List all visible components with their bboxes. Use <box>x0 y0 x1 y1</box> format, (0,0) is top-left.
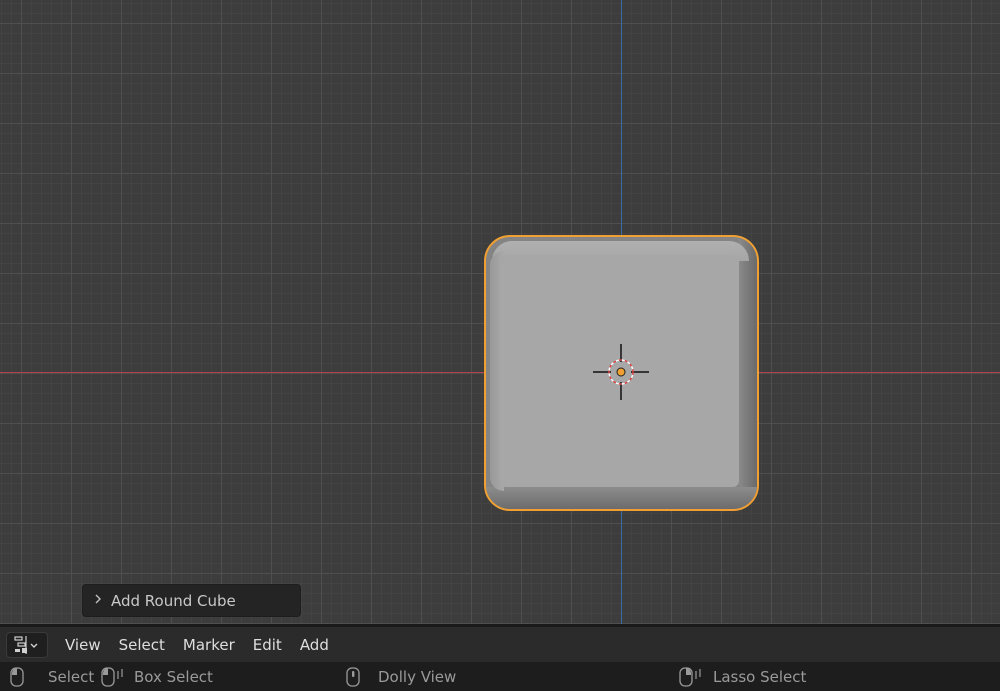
editor-type-button[interactable] <box>6 631 48 658</box>
menu-view[interactable]: View <box>56 632 110 658</box>
status-item-dolly-view: Dolly View <box>346 662 456 691</box>
object-origin-icon <box>616 367 626 377</box>
menu-select[interactable]: Select <box>110 632 174 658</box>
mouse-middle-icon <box>346 666 360 687</box>
status-item-lasso-select: Lasso Select <box>679 662 806 691</box>
status-label-dolly-view: Dolly View <box>378 667 457 686</box>
cube-right-face <box>739 237 757 509</box>
status-label-box-select: Box Select <box>134 667 213 686</box>
chevron-right-icon <box>93 593 105 609</box>
status-item-box-select: Box Select <box>101 662 213 691</box>
mouse-drag-icon <box>101 666 123 687</box>
status-label-select: Select <box>48 667 95 686</box>
last-operator-label: Add Round Cube <box>111 591 236 610</box>
timeline-editor-icon <box>14 635 38 654</box>
menu-edit[interactable]: Edit <box>244 632 291 658</box>
cube-bottom-face <box>486 487 757 509</box>
3d-cursor-icon[interactable] <box>593 344 649 400</box>
mouse-right-icon <box>679 666 701 687</box>
3d-viewport[interactable]: Add Round Cube <box>0 0 1000 624</box>
menu-add[interactable]: Add <box>291 632 338 658</box>
menu-marker[interactable]: Marker <box>174 632 244 658</box>
blender-window: Add Round Cube View Select Marker Edit A… <box>0 0 1000 691</box>
timeline-header: View Select Marker Edit Add <box>0 624 1000 662</box>
status-item-select: Select <box>10 662 94 691</box>
mouse-left-icon <box>10 666 24 687</box>
status-label-lasso-select: Lasso Select <box>713 667 807 686</box>
status-bar: Select Box Select Dolly View Lasso Selec… <box>0 662 1000 691</box>
last-operator-panel[interactable]: Add Round Cube <box>82 584 301 617</box>
